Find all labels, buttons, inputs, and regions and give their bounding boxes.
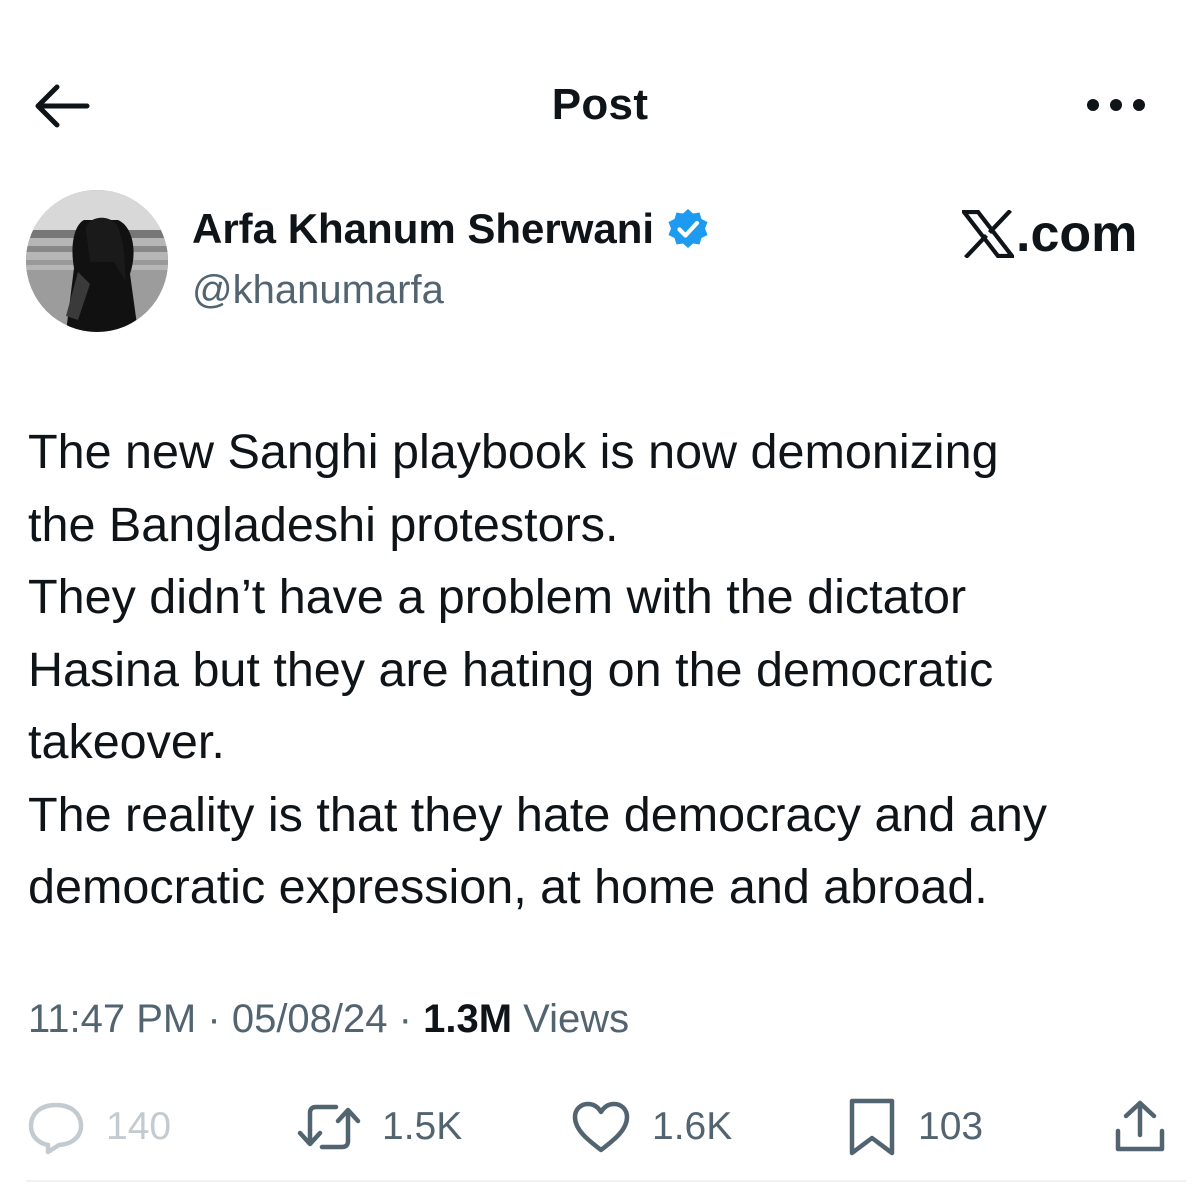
repost-count: 1.5K (382, 1105, 463, 1148)
page-title: Post (551, 80, 649, 129)
bookmark-button[interactable]: 103 (846, 1092, 983, 1162)
ellipsis-icon (1087, 99, 1145, 111)
share-icon (1115, 1100, 1165, 1152)
author-display-name[interactable]: Arfa Khanum Sherwani (192, 205, 654, 253)
avatar[interactable] (26, 190, 168, 332)
author-name-row[interactable]: Arfa Khanum Sherwani (192, 205, 710, 253)
post-line: the Bangladeshi protestors. (28, 497, 619, 552)
post-time[interactable]: 11:47 PM (28, 997, 196, 1041)
post-line: Hasina but they are hating on the democr… (28, 642, 994, 697)
meta-separator: · (207, 997, 221, 1041)
like-count: 1.6K (652, 1105, 733, 1148)
heart-icon (572, 1101, 630, 1153)
post-date[interactable]: 05/08/24 (232, 997, 388, 1041)
post-line: takeover. (28, 715, 225, 769)
brand-watermark: .com (962, 204, 1137, 264)
repost-icon (297, 1104, 361, 1150)
views-label[interactable]: Views (523, 997, 629, 1041)
post-line: The new Sanghi playbook is now demonizin… (28, 425, 999, 479)
divider (26, 1180, 1186, 1182)
like-button[interactable]: 1.6K (570, 1092, 732, 1162)
top-bar: Post (0, 60, 1200, 150)
more-options-button[interactable] (1080, 80, 1152, 130)
repost-button[interactable]: 1.5K (296, 1092, 462, 1162)
author-handle[interactable]: @khanumarfa (192, 268, 444, 313)
post-line: The reality is that they hate democracy … (28, 787, 1048, 842)
post-text: The new Sanghi playbook is now demonizin… (28, 416, 1188, 924)
post-meta: 11:47 PM · 05/08/24 · 1.3M Views (28, 997, 629, 1042)
reply-count: 140 (106, 1105, 172, 1148)
post-line: They didn’t have a problem with the dict… (28, 570, 967, 624)
views-count[interactable]: 1.3M (423, 997, 512, 1041)
brand-text: .com (1016, 205, 1138, 263)
reply-button[interactable]: 140 (26, 1092, 171, 1162)
bookmark-icon (849, 1098, 895, 1156)
reply-icon (28, 1102, 84, 1155)
post-line: democratic expression, at home and abroa… (28, 860, 988, 914)
share-button[interactable] (1110, 1092, 1170, 1162)
verified-badge-icon[interactable] (666, 207, 710, 251)
x-logo-icon (962, 210, 1014, 258)
bookmark-count: 103 (918, 1105, 984, 1148)
meta-separator: · (398, 997, 412, 1041)
action-bar: 140 1.5K 1.6K 103 (0, 1092, 1200, 1162)
